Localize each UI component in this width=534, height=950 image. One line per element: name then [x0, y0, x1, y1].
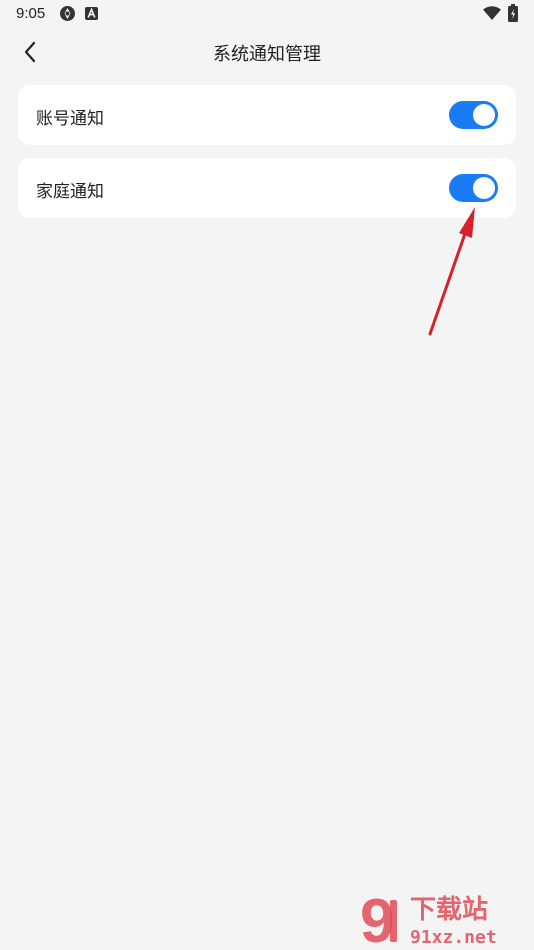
svg-text:下载站: 下载站 [410, 895, 488, 925]
account-notification-toggle[interactable] [449, 101, 498, 129]
app-bar: 系统通知管理 [0, 28, 534, 76]
family-notification-toggle[interactable] [449, 174, 498, 202]
toggle-knob [473, 177, 495, 199]
setting-card-family: 家庭通知 [18, 158, 516, 218]
setting-label-family: 家庭通知 [36, 182, 104, 202]
svg-text:91xz.net: 91xz.net [410, 927, 497, 948]
setting-label-account: 账号通知 [36, 109, 104, 129]
sync-icon [60, 6, 75, 21]
svg-text:9: 9 [360, 888, 394, 948]
battery-icon [508, 4, 518, 22]
watermark-logo: 9 下载站 91xz.net [360, 888, 497, 948]
a-badge-icon [85, 7, 98, 20]
status-bar: 9:05 [0, 0, 534, 28]
toggle-knob [473, 104, 495, 126]
status-time: 9:05 [16, 5, 46, 22]
setting-card-account: 账号通知 [18, 85, 516, 145]
wifi-icon [483, 6, 501, 20]
page-title: 系统通知管理 [213, 44, 321, 65]
